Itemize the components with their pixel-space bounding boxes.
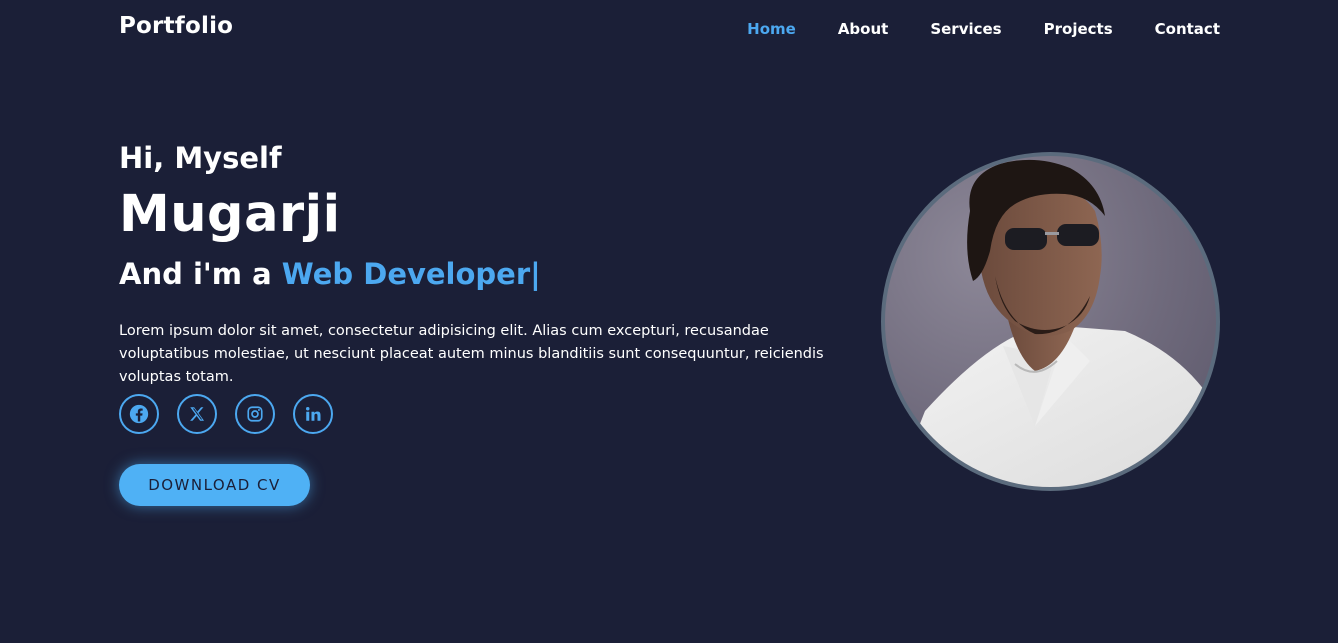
- main-nav: Home About Services Projects Contact: [705, 20, 1220, 38]
- x-twitter-link[interactable]: [177, 394, 217, 434]
- nav-services[interactable]: Services: [930, 20, 1001, 38]
- hero-role: And i'm a Web Developer|: [119, 257, 541, 291]
- facebook-icon: [129, 404, 149, 424]
- role-text: Web Developer: [281, 257, 531, 291]
- portfolio-page: Portfolio Home About Services Projects C…: [0, 0, 1338, 643]
- nav-home[interactable]: Home: [747, 20, 796, 38]
- nav-contact[interactable]: Contact: [1155, 20, 1220, 38]
- download-cv-button[interactable]: DOWNLOAD CV: [119, 464, 310, 506]
- instagram-link[interactable]: [235, 394, 275, 434]
- profile-photo-frame: [881, 152, 1220, 491]
- facebook-link[interactable]: [119, 394, 159, 434]
- hero-name: Mugarji: [119, 185, 341, 244]
- hero-description: Lorem ipsum dolor sit amet, consectetur …: [119, 323, 824, 385]
- linkedin-icon: [304, 405, 322, 423]
- linkedin-link[interactable]: [293, 394, 333, 434]
- hero-greeting: Hi, Myself: [119, 141, 282, 175]
- typing-cursor: |: [530, 257, 541, 291]
- profile-portrait-illustration: [895, 159, 1216, 487]
- nav-about[interactable]: About: [838, 20, 889, 38]
- instagram-icon: [246, 405, 264, 423]
- role-prefix: And i'm a: [119, 257, 272, 291]
- nav-projects[interactable]: Projects: [1044, 20, 1113, 38]
- x-twitter-icon: [188, 405, 206, 423]
- site-header: Portfolio Home About Services Projects C…: [0, 0, 1338, 60]
- profile-photo: [885, 156, 1216, 487]
- social-links: [119, 394, 351, 434]
- site-logo[interactable]: Portfolio: [119, 13, 233, 39]
